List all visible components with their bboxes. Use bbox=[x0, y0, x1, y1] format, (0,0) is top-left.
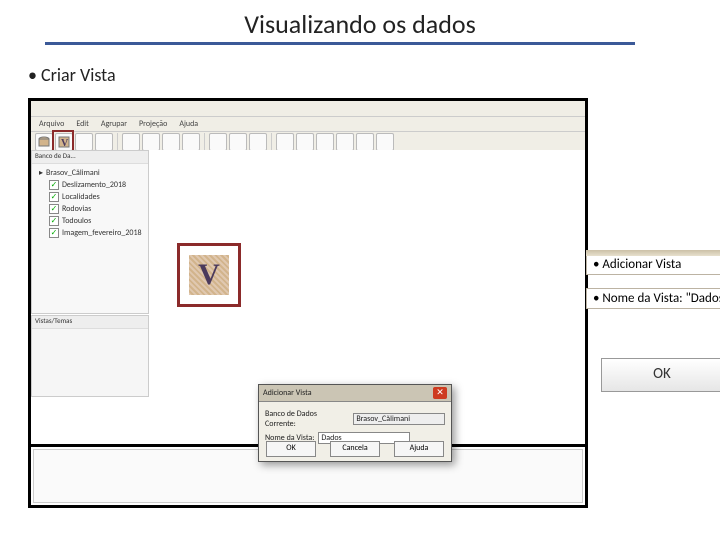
toolbar-button[interactable] bbox=[142, 133, 160, 151]
close-icon[interactable]: ✕ bbox=[433, 387, 447, 399]
check-icon: ✓ bbox=[49, 192, 59, 202]
db-name-readonly: Brasov_Călimani bbox=[353, 413, 445, 425]
folder-icon: ▸ bbox=[39, 168, 43, 178]
callout-view-name: • Nome da Vista: "Dados" bbox=[586, 288, 720, 309]
toolbar-button[interactable] bbox=[182, 133, 200, 151]
tree-label: Todoulos bbox=[62, 216, 91, 226]
check-icon: ✓ bbox=[49, 216, 59, 226]
sidebar-views-panel: Vistas/Temas bbox=[31, 315, 149, 397]
toolbar-button[interactable] bbox=[296, 133, 314, 151]
app-screenshot-frame: Arquivo Edit Agrupar Projeção Ajuda V bbox=[28, 98, 588, 508]
tree-item[interactable]: ✓Localidades bbox=[49, 192, 145, 202]
toolbar-button[interactable] bbox=[249, 133, 267, 151]
view-icon-letter: V bbox=[189, 255, 229, 295]
menu-item[interactable]: Agrupar bbox=[101, 119, 127, 129]
dialog-db-row: Banco de Dados Corrente: Brasov_Călimani bbox=[265, 409, 445, 429]
toolbar-button[interactable] bbox=[209, 133, 227, 151]
toolbar-button[interactable] bbox=[122, 133, 140, 151]
sidebar-database-panel: Banco de Da... ▸ Brasov_Călimani ✓Desliz… bbox=[31, 150, 149, 314]
toolbar-button[interactable] bbox=[316, 133, 334, 151]
tree-label: Localidades bbox=[62, 192, 100, 202]
field-label: Banco de Dados Corrente: bbox=[265, 409, 349, 429]
toolbar-button[interactable] bbox=[95, 133, 113, 151]
tree-item[interactable]: ✓Todoulos bbox=[49, 216, 145, 226]
dialog-cancel-button[interactable]: Cancela bbox=[330, 441, 380, 457]
app-titlebar bbox=[31, 101, 585, 117]
title-underline bbox=[45, 42, 635, 45]
dialog-ok-button[interactable]: OK bbox=[266, 441, 316, 457]
dialog-button-bar: OK Cancela Ajuda bbox=[259, 441, 451, 457]
dialog-title-text: Adicionar Vista bbox=[263, 388, 312, 398]
dialog-help-button[interactable]: Ajuda bbox=[394, 441, 444, 457]
menu-item[interactable]: Ajuda bbox=[179, 119, 198, 129]
toolbar-separator bbox=[204, 133, 205, 151]
toolbar-button[interactable] bbox=[356, 133, 374, 151]
svg-text:V: V bbox=[61, 138, 69, 149]
check-icon: ✓ bbox=[49, 204, 59, 214]
tree-label: Deslizamento_2018 bbox=[62, 180, 126, 190]
slide-bullet: • Criar Vista bbox=[28, 64, 116, 86]
app-menubar: Arquivo Edit Agrupar Projeção Ajuda bbox=[31, 117, 585, 132]
callout-add-view: • Adicionar Vista bbox=[586, 250, 720, 275]
tree-root[interactable]: ▸ Brasov_Călimani bbox=[39, 168, 145, 178]
tree-item[interactable]: ✓Rodovias bbox=[49, 204, 145, 214]
slide-title: Visualizando os dados bbox=[0, 8, 720, 40]
toolbar-add-view-icon[interactable]: V bbox=[55, 133, 73, 151]
toolbar-button[interactable] bbox=[376, 133, 394, 151]
check-icon: ✓ bbox=[49, 228, 59, 238]
menu-item[interactable]: Edit bbox=[76, 119, 89, 129]
check-icon: ✓ bbox=[49, 180, 59, 190]
sidebar-header: Banco de Da... bbox=[32, 151, 148, 164]
toolbar-separator bbox=[117, 133, 118, 151]
toolbar-button[interactable] bbox=[336, 133, 354, 151]
dialog-titlebar: Adicionar Vista ✕ bbox=[259, 385, 451, 402]
tree-label: Brasov_Călimani bbox=[46, 168, 100, 178]
toolbar-separator bbox=[271, 133, 272, 151]
add-view-dialog: Adicionar Vista ✕ Banco de Dados Corrent… bbox=[258, 384, 452, 462]
toolbar-database-icon[interactable] bbox=[35, 133, 53, 151]
sidebar-views-header: Vistas/Temas bbox=[32, 316, 148, 329]
menu-item[interactable]: Projeção bbox=[139, 119, 167, 129]
tree-label: Imagem_fevereiro_2018 bbox=[62, 228, 142, 238]
tree-item[interactable]: ✓Deslizamento_2018 bbox=[49, 180, 145, 190]
tree-item[interactable]: ✓Imagem_fevereiro_2018 bbox=[49, 228, 145, 238]
layer-tree: ▸ Brasov_Călimani ✓Deslizamento_2018 ✓Lo… bbox=[32, 164, 148, 242]
toolbar-button[interactable] bbox=[229, 133, 247, 151]
toolbar-button[interactable] bbox=[75, 133, 93, 151]
menu-item[interactable]: Arquivo bbox=[39, 119, 64, 129]
toolbar-button[interactable] bbox=[276, 133, 294, 151]
toolbar-button[interactable] bbox=[162, 133, 180, 151]
tree-label: Rodovias bbox=[62, 204, 91, 214]
ok-button[interactable]: OK bbox=[601, 358, 720, 392]
callout-view-icon-enlarged: V bbox=[177, 243, 241, 307]
